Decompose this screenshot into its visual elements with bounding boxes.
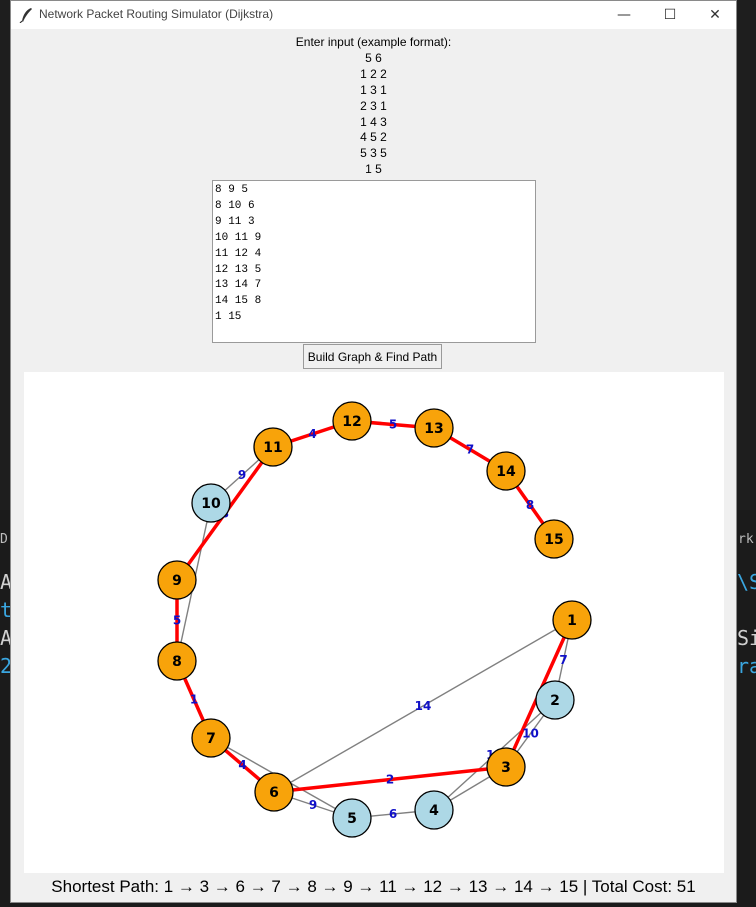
node-label: 9 [172,573,182,589]
node-label: 4 [429,803,439,819]
terminal-fragment: D [0,532,8,547]
node-label: 3 [501,760,511,776]
terminal-fragment: ra [737,654,756,678]
input-instructions: Enter input (example format): 5 6 1 2 2 … [11,35,736,178]
graph-input-textarea[interactable]: 8 9 5 8 10 6 9 11 3 10 11 9 11 12 4 12 1… [212,180,536,343]
edge-weight-label: 14 [415,699,432,713]
input-line: 1 15 [215,311,242,324]
input-line: 14 15 8 [215,295,262,308]
app-window: Network Packet Routing Simulator (Dijkst… [10,0,737,903]
node-label: 5 [347,811,357,827]
node-label: 14 [496,464,516,480]
graph-drawing: 7141011269415394578123456789101112131415 [157,401,592,838]
input-line: 10 11 9 [215,231,262,244]
node-label: 15 [544,532,563,548]
edge-weight-label: 10 [522,727,539,741]
window-title: Network Packet Routing Simulator (Dijkst… [39,7,274,21]
terminal-fragment: rk [738,532,754,547]
node-label: 8 [172,654,182,670]
example-line: 5 6 [365,50,382,65]
input-line: 9 11 3 [215,215,255,228]
title-bar[interactable]: Network Packet Routing Simulator (Dijkst… [11,1,736,29]
input-line: 8 10 6 [215,199,255,212]
maximize-button[interactable]: ☐ [647,1,693,29]
edge-weight-label: 1 [190,693,198,707]
edge-weight-label: 5 [173,614,181,628]
example-line: 5 3 5 [360,146,387,161]
edge-weight-label: 7 [466,443,474,457]
example-line: 1 4 3 [360,114,387,129]
edge-weight-label: 6 [389,807,397,821]
node-label: 11 [263,440,282,456]
edge-weight-label: 9 [309,798,317,812]
graph-canvas: 7141011269415394578123456789101112131415 [24,372,724,873]
node-label: 1 [567,613,577,629]
example-line: 1 5 [365,162,382,177]
input-line: 8 9 5 [215,184,249,196]
shortest-path-result: Shortest Path: 1 → 3 → 6 → 7 → 8 → 9 → 1… [51,877,696,896]
edge-weight-label: 2 [386,773,394,787]
example-line: 4 5 2 [360,130,387,145]
input-line: 11 12 4 [215,247,262,260]
input-line: 13 14 7 [215,279,262,292]
edge-weight-label: 7 [559,653,567,667]
node-label: 12 [342,414,361,430]
edge-weight-label: 5 [389,418,397,432]
build-graph-button[interactable]: Build Graph & Find Path [303,344,442,369]
instructions-heading: Enter input (example format): [295,35,452,49]
input-line: 12 13 5 [215,263,262,276]
node-label: 13 [424,421,443,437]
terminal-fragment: \S [737,570,756,594]
example-line: 1 2 2 [360,66,387,81]
edge-weight-label: 9 [238,468,246,482]
edge-weight-label: 4 [238,758,246,772]
terminal-fragment: Si [737,626,756,650]
feather-icon [19,8,32,23]
node-label: 7 [206,731,216,747]
example-line: 1 3 1 [360,82,387,97]
example-line: 2 3 1 [360,98,387,113]
node-label: 10 [201,496,221,512]
close-button[interactable]: ✕ [692,1,736,29]
minimize-button[interactable]: — [601,1,647,29]
edge-weight-label: 8 [526,498,534,512]
node-label: 2 [550,693,560,709]
node-label: 6 [269,785,279,801]
edge-weight-label: 4 [308,427,316,441]
